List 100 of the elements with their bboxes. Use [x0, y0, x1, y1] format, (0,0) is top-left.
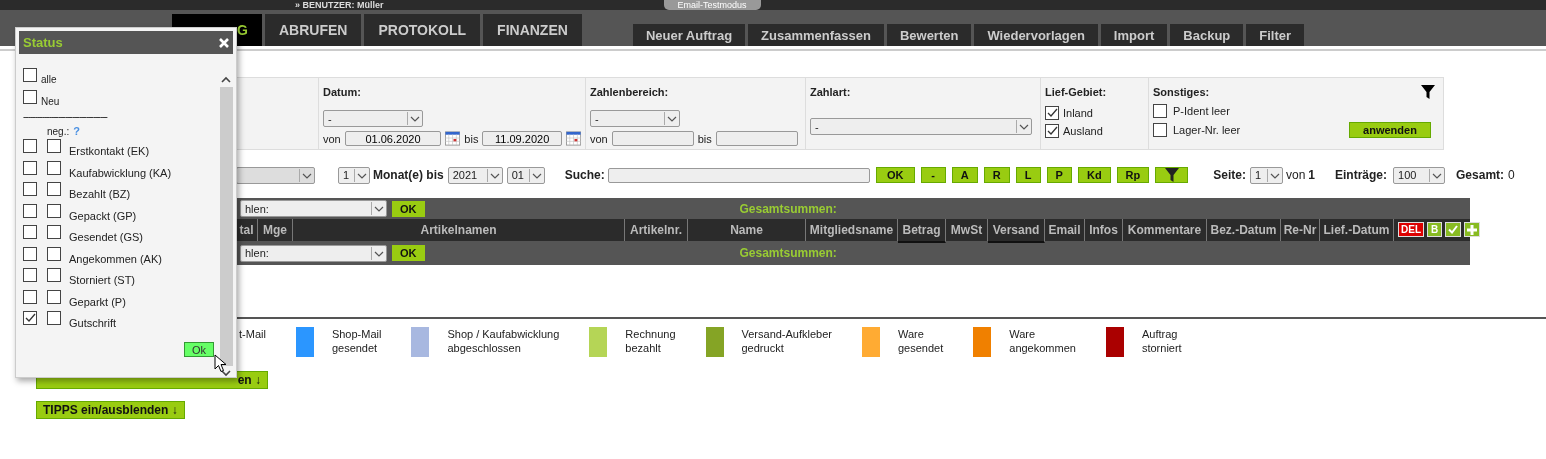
checkbox[interactable] [23, 311, 37, 325]
main-tab[interactable]: PROTOKOLL [364, 14, 481, 46]
column-header[interactable]: Mge [258, 219, 293, 241]
checkbox[interactable] [1045, 106, 1059, 120]
date-field[interactable]: 01.06.2020 [344, 131, 442, 146]
delete-button[interactable]: DEL [1398, 222, 1424, 237]
checkbox[interactable] [47, 225, 61, 239]
checkbox[interactable] [23, 203, 37, 218]
dropdown[interactable]: 100 [1393, 166, 1446, 184]
check-button[interactable] [1445, 222, 1461, 237]
column-header[interactable]: Versand [988, 219, 1045, 243]
checkbox[interactable] [47, 289, 61, 304]
chevron-down-icon [486, 168, 502, 182]
filter-button[interactable]: L [1015, 167, 1041, 183]
column-header[interactable]: Artikelnr. [625, 219, 688, 241]
search-field[interactable] [607, 167, 870, 183]
column-header[interactable]: Betrag [898, 219, 946, 243]
checkbox[interactable] [47, 311, 61, 325]
column-header[interactable]: Bez.-Datum [1207, 219, 1281, 241]
filter-button[interactable]: P [1046, 167, 1072, 183]
dropdown[interactable]: 01 [506, 166, 545, 184]
filter-button[interactable]: OK [875, 167, 915, 183]
scroll-down-icon[interactable] [221, 370, 231, 377]
checkbox[interactable] [23, 246, 37, 261]
ok-button[interactable]: Ok [184, 342, 214, 357]
dropdown[interactable]: - [590, 110, 680, 127]
scroll-up-icon[interactable] [221, 76, 231, 83]
cursor-icon [214, 354, 227, 373]
checkbox[interactable] [23, 139, 37, 153]
sub-tab[interactable]: Import [1100, 24, 1168, 46]
checkbox[interactable] [47, 182, 61, 196]
number-field[interactable] [715, 131, 798, 146]
field-label: bis [464, 132, 479, 145]
dropdown[interactable]: hlen: [240, 244, 387, 262]
checkbox[interactable] [23, 89, 37, 104]
page-of-label: von [1285, 168, 1306, 182]
dropdown[interactable]: 1 [338, 166, 370, 184]
checkbox[interactable] [1153, 123, 1167, 137]
checkbox[interactable] [1153, 104, 1167, 118]
option-label: Angekommen (AK) [69, 252, 162, 265]
chevron-down-icon [1016, 120, 1031, 133]
dropdown[interactable]: hlen: [240, 200, 387, 217]
checkbox[interactable] [1045, 124, 1059, 138]
checkbox[interactable] [23, 268, 37, 282]
dropdown[interactable]: 1 [1249, 166, 1283, 184]
toggle-button[interactable]: TIPPS ein/ausblenden ↓ [36, 401, 185, 419]
filter-icon[interactable] [1164, 168, 1179, 182]
main-tab[interactable]: FINANZEN [483, 14, 582, 46]
scrollbar[interactable] [217, 76, 235, 377]
filter-button[interactable]: Rp [1116, 167, 1150, 183]
filter-button[interactable]: Kd [1077, 167, 1111, 183]
checkbox[interactable] [23, 160, 37, 175]
close-icon[interactable] [219, 37, 229, 48]
filter-button[interactable]: A [951, 167, 978, 183]
sub-tab[interactable]: Filter [1246, 24, 1305, 46]
checkbox[interactable] [47, 246, 61, 261]
column-header[interactable]: Mitgliedsname [806, 219, 898, 241]
checkbox[interactable] [47, 203, 61, 218]
sub-tab[interactable]: Wiedervorlagen [974, 24, 1098, 46]
checkbox[interactable] [23, 225, 37, 239]
column-header[interactable]: Lief.-Datum [1320, 219, 1394, 241]
page-label: Seite: [1213, 168, 1246, 182]
popup-title: Status [23, 35, 63, 50]
sub-tab[interactable]: Backup [1170, 24, 1244, 46]
checkbox[interactable] [23, 289, 37, 304]
checkbox[interactable] [23, 182, 37, 196]
checkbox[interactable] [47, 268, 61, 282]
ok-button[interactable]: OK [392, 245, 425, 261]
option-label: Erstkontakt (EK) [69, 145, 150, 157]
plus-icon [1467, 224, 1477, 235]
column-header[interactable]: Name [688, 219, 806, 241]
filter-icon[interactable] [1421, 85, 1435, 99]
column-header[interactable]: Re-Nr [1281, 219, 1320, 241]
dropdown[interactable]: 2021 [447, 166, 503, 184]
column-header[interactable]: Infos [1085, 219, 1123, 241]
column-header[interactable]: Email [1045, 219, 1085, 241]
sub-tab[interactable]: Zusammenfassen [748, 24, 884, 46]
filter-button[interactable]: - [920, 167, 946, 183]
apply-button[interactable]: anwenden [1349, 122, 1431, 138]
sub-tab[interactable]: Neuer Auftrag [632, 24, 746, 46]
checkbox[interactable] [23, 68, 37, 82]
calendar-icon[interactable] [445, 131, 461, 146]
column-header[interactable]: Kommentare [1123, 219, 1207, 241]
checkbox[interactable] [47, 160, 61, 175]
legend-label: Shop-Mail gesendet [331, 327, 382, 356]
date-field[interactable]: 11.09.2020 [482, 131, 562, 146]
sub-tab[interactable]: Bewerten [886, 24, 972, 46]
dropdown[interactable]: - [810, 118, 1032, 135]
dropdown[interactable] [236, 166, 315, 184]
checkbox[interactable] [47, 139, 61, 153]
filter-button[interactable] [1155, 167, 1189, 183]
filter-button[interactable]: R [983, 167, 1010, 183]
ok-button[interactable]: OK [392, 200, 425, 217]
checkbox-label: P-Ident leer [1173, 105, 1230, 117]
main-tab[interactable]: ABRUFEN [265, 14, 362, 46]
dropdown[interactable]: - [323, 110, 423, 127]
column-header[interactable]: Artikelnamen [293, 219, 625, 241]
calendar-icon[interactable] [565, 131, 581, 146]
column-header[interactable]: MwSt [946, 219, 988, 241]
number-field[interactable] [611, 131, 694, 146]
